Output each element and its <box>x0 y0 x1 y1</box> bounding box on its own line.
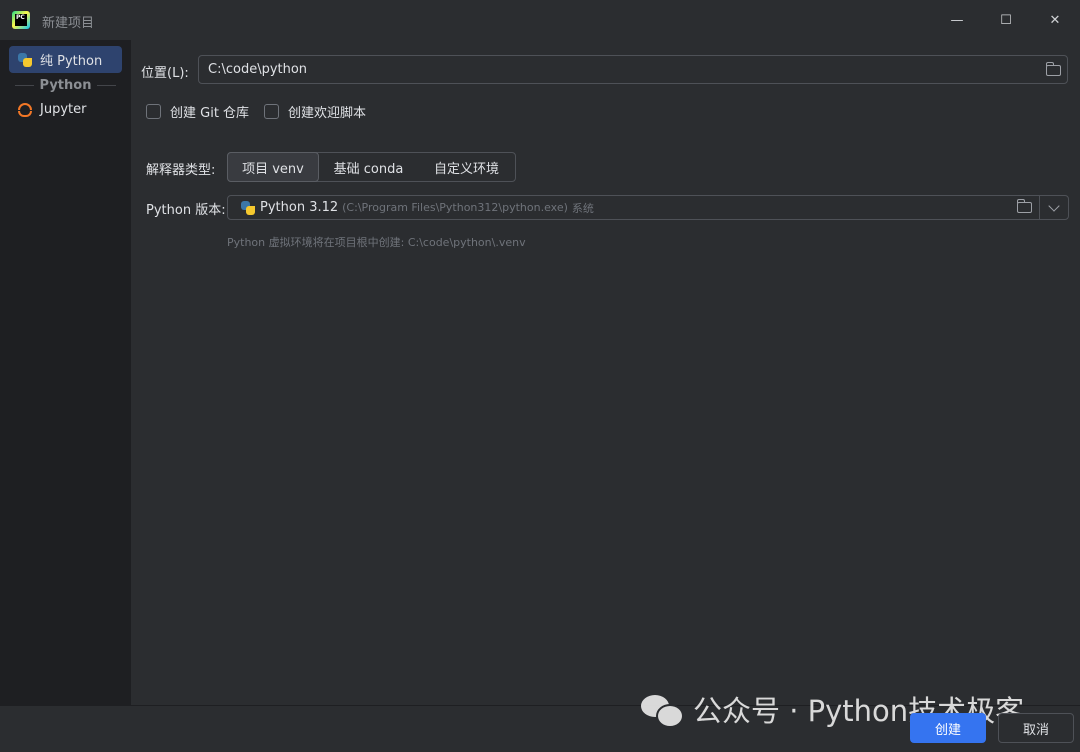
dropdown-divider <box>1039 196 1040 219</box>
maximize-icon: ☐ <box>1000 12 1012 28</box>
window-title: 新建项目 <box>42 16 95 31</box>
create-welcome-script-option[interactable]: 创建欢迎脚本 <box>264 102 366 121</box>
close-icon: ✕ <box>1049 12 1061 28</box>
close-button[interactable]: ✕ <box>1032 6 1078 34</box>
tab-custom-environment[interactable]: 自定义环境 <box>418 153 515 181</box>
title-bar: PC 新建项目 — ☐ ✕ <box>0 0 1080 40</box>
chevron-down-icon[interactable] <box>1048 200 1060 212</box>
wechat-logo-icon <box>641 692 684 728</box>
create-git-repo-label: 创建 Git 仓库 <box>170 106 250 121</box>
sidebar-section-header: Python <box>9 77 122 93</box>
python-version-dropdown[interactable]: Python 3.12 (C:\Program Files\Python312\… <box>227 195 1069 220</box>
create-git-repo-option[interactable]: 创建 Git 仓库 <box>146 102 249 121</box>
cancel-button[interactable]: 取消 <box>998 713 1074 743</box>
python-version-suffix: 系统 <box>571 201 594 215</box>
python-version-path: (C:\Program Files\Python312\python.exe) <box>342 201 568 214</box>
sidebar-item-jupyter[interactable]: Jupyter <box>9 96 122 123</box>
folder-browse-icon[interactable] <box>1016 199 1032 213</box>
python-icon <box>240 200 256 216</box>
minimize-button[interactable]: — <box>934 6 980 34</box>
project-type-sidebar: 纯 Python Python Jupyter <box>0 40 131 705</box>
project-settings-panel: 位置(L): C:\code\python 创建 Git 仓库 创建欢迎脚本 解… <box>131 40 1080 705</box>
pycharm-logo-icon: PC <box>12 11 30 29</box>
tab-project-venv[interactable]: 项目 venv <box>227 152 319 182</box>
interpreter-type-label: 解释器类型: <box>146 163 216 178</box>
python-version-value: Python 3.12 <box>260 200 339 215</box>
location-value: C:\code\python <box>208 62 308 77</box>
python-version-label: Python 版本: <box>146 203 226 218</box>
folder-browse-icon[interactable] <box>1045 62 1061 76</box>
location-label: 位置(L): <box>141 66 189 81</box>
create-git-repo-checkbox[interactable] <box>146 104 161 119</box>
minimize-icon: — <box>950 12 964 28</box>
location-field[interactable]: C:\code\python <box>198 55 1068 84</box>
interpreter-type-selector: 项目 venv 基础 conda 自定义环境 <box>227 152 516 182</box>
create-welcome-script-label: 创建欢迎脚本 <box>288 106 367 121</box>
create-welcome-script-checkbox[interactable] <box>264 104 279 119</box>
sidebar-item-pure-python[interactable]: 纯 Python <box>9 46 122 73</box>
sidebar-item-label: 纯 Python <box>40 54 103 69</box>
venv-hint-text: Python 虚拟环境将在项目根中创建: C:\code\python\.ven… <box>227 236 526 249</box>
maximize-button[interactable]: ☐ <box>983 6 1029 34</box>
tab-base-conda[interactable]: 基础 conda <box>319 153 418 181</box>
jupyter-icon <box>17 102 33 118</box>
sidebar-item-label: Jupyter <box>40 102 87 117</box>
python-icon <box>17 52 33 68</box>
create-button[interactable]: 创建 <box>910 713 986 743</box>
